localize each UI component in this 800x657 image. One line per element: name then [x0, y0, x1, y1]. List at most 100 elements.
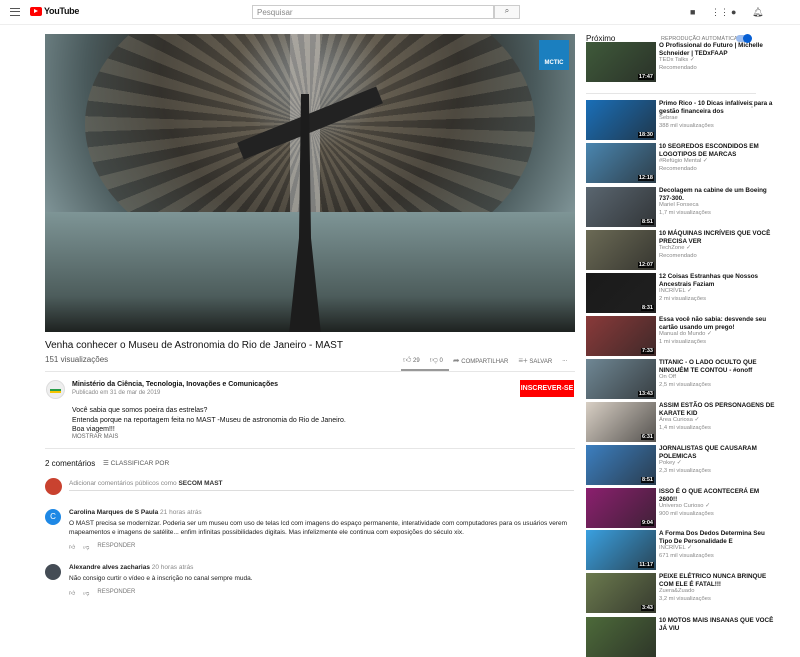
video-player[interactable]: MCTIC: [45, 34, 575, 332]
dislike-button[interactable]: 👎︎ 0: [430, 355, 443, 365]
thumbs-up-icon[interactable]: 👍︎: [69, 589, 75, 597]
video-title[interactable]: ISSO É O QUE ACONTECERÁ EM 2600!!: [659, 488, 779, 503]
video-description: Você sabia que somos poeira das estrelas…: [72, 406, 346, 435]
video-thumbnail[interactable]: 8:31: [586, 273, 656, 313]
apps-icon[interactable]: ⋮⋮: [711, 7, 729, 18]
recommended-video[interactable]: 11:17 A Forma Dos Dedos Determina Seu Ti…: [586, 530, 786, 570]
video-thumbnail[interactable]: 3:43: [586, 573, 656, 613]
recommended-video[interactable]: 8:51 Decolagem na cabine de um Boeing 73…: [586, 187, 786, 227]
video-meta: 3,2 mi visualizações: [659, 595, 711, 602]
video-title[interactable]: JORNALISTAS QUE CAUSARAM POLEMICAS: [659, 445, 779, 460]
video-title[interactable]: 12 Coisas Estranhas que Nossos Ancestrai…: [659, 273, 779, 288]
recommended-video[interactable]: 9:04 ISSO É O QUE ACONTECERÁ EM 2600!! U…: [586, 488, 786, 528]
video-title[interactable]: Primo Rico - 10 Dicas infalíveis para a …: [659, 100, 779, 115]
recommended-video[interactable]: 12:18 10 SEGREDOS ESCONDIDOS EM LOGOTIPO…: [586, 143, 786, 183]
add-comment-input[interactable]: Adicionar comentários públicos como SECO…: [69, 480, 574, 491]
video-thumbnail[interactable]: 9:04: [586, 488, 656, 528]
video-duration: 12:07: [637, 262, 654, 268]
like-button[interactable]: 👍︎ 29: [403, 355, 420, 365]
channel-name[interactable]: Ministério da Ciência, Tecnologia, Inova…: [72, 381, 278, 388]
video-meta: 388 mil visualizações: [659, 122, 714, 129]
video-thumbnail[interactable]: 7:33: [586, 316, 656, 356]
video-duration: 8:51: [640, 477, 654, 483]
sort-comments-button[interactable]: ☰ CLASSIFICAR POR: [103, 459, 169, 467]
video-title[interactable]: Essa você não sabia: desvende seu cartão…: [659, 316, 779, 331]
more-actions-button[interactable]: ...: [562, 357, 567, 363]
search-button[interactable]: ⌕: [494, 5, 520, 19]
recommended-video[interactable]: 17:47 O Profissional do Futuro | Michell…: [586, 42, 786, 82]
recommended-video[interactable]: 13:43 TITANIC - O LADO OCULTO QUE NINGUÉ…: [586, 359, 786, 399]
video-thumbnail[interactable]: 8:51: [586, 187, 656, 227]
show-more-button[interactable]: MOSTRAR MAIS: [72, 434, 118, 440]
comment-author[interactable]: Carolina Marques de S Paula: [69, 509, 158, 516]
publish-date: Publicado em 31 de mar de 2019: [72, 390, 161, 396]
channel-avatar[interactable]: [46, 380, 65, 399]
thumbs-up-icon[interactable]: 👍︎: [69, 543, 75, 551]
recommended-video[interactable]: 8:51 JORNALISTAS QUE CAUSARAM POLEMICAS …: [586, 445, 786, 485]
video-thumbnail[interactable]: 12:18: [586, 143, 656, 183]
like-count: 29: [413, 358, 420, 364]
recommended-video[interactable]: 18:30 Primo Rico - 10 Dicas infalíveis p…: [586, 100, 786, 140]
recommended-video[interactable]: 3:43 PEIXE ELÉTRICO NUNCA BRINQUE COM EL…: [586, 573, 786, 613]
video-title[interactable]: TITANIC - O LADO OCULTO QUE NINGUÉM TE C…: [659, 359, 779, 374]
share-label: COMPARTILHAR: [461, 358, 509, 365]
more-options-icon[interactable]: ⋮: [748, 100, 756, 109]
autoplay-toggle[interactable]: [736, 33, 752, 43]
video-title[interactable]: PEIXE ELÉTRICO NUNCA BRINQUE COM ELE É F…: [659, 573, 779, 588]
video-meta: 1 mi visualizações: [659, 338, 707, 345]
save-button[interactable]: ≡+ SALVAR: [518, 356, 552, 365]
video-meta: 2 mi visualizações: [659, 295, 707, 302]
comment-time[interactable]: 20 horas atrás: [152, 564, 194, 571]
recommended-video[interactable]: 8:31 12 Coisas Estranhas que Nossos Ance…: [586, 273, 786, 313]
recommended-video[interactable]: 10 MOTOS MAIS INSANAS QUE VOCÊ JÁ VIU: [586, 617, 786, 657]
video-duration: 11:17: [638, 562, 654, 568]
subscribe-button[interactable]: INSCREVER-SE: [520, 380, 574, 397]
channel-watermark[interactable]: MCTIC: [539, 40, 569, 70]
commenter-avatar[interactable]: C: [45, 509, 61, 525]
video-thumbnail[interactable]: 8:51: [586, 445, 656, 485]
create-video-icon[interactable]: ■: [690, 7, 695, 17]
recommended-video[interactable]: 6:31 ASSIM ESTÃO OS PERSONAGENS DE KARAT…: [586, 402, 786, 442]
search-input[interactable]: Pesquisar: [252, 5, 494, 19]
share-button[interactable]: ➦ COMPARTILHAR: [453, 356, 509, 365]
video-title[interactable]: 10 MOTOS MAIS INSANAS QUE VOCÊ JÁ VIU: [659, 617, 779, 632]
video-thumbnail[interactable]: 6:31: [586, 402, 656, 442]
comment-time[interactable]: 21 horas atrás: [160, 509, 202, 516]
video-thumbnail[interactable]: 12:07: [586, 230, 656, 270]
comment-text: Não consigo curtir o vídeo e à inscrição…: [69, 575, 253, 582]
dislike-count: 0: [439, 358, 443, 364]
video-thumbnail[interactable]: 11:17: [586, 530, 656, 570]
view-count: 151 visualizações: [45, 355, 109, 364]
video-meta: 1,4 mi visualizações: [659, 424, 711, 431]
video-duration: 17:47: [637, 74, 654, 80]
video-title[interactable]: Decolagem na cabine de um Boeing 737-300…: [659, 187, 779, 202]
reply-button[interactable]: RESPONDER: [97, 589, 135, 597]
current-user-avatar: [45, 478, 62, 495]
video-title[interactable]: 10 MÁQUINAS INCRÍVEIS QUE VOCÊ PRECISA V…: [659, 230, 779, 245]
video-title[interactable]: O Profissional do Futuro | Michelle Schn…: [659, 42, 779, 57]
channel-name: Universo Curioso ✓: [659, 503, 710, 509]
reply-button[interactable]: RESPONDER: [97, 543, 135, 551]
messages-icon[interactable]: ●: [731, 7, 736, 17]
video-thumbnail[interactable]: 18:30: [586, 100, 656, 140]
youtube-logo[interactable]: YouTube: [30, 6, 79, 16]
thumbs-down-icon[interactable]: 👎︎: [83, 589, 89, 597]
recommended-video[interactable]: 7:33 Essa você não sabia: desvende seu c…: [586, 316, 786, 356]
video-actions: 👍︎ 29 👎︎ 0 ➦ COMPARTILHAR ≡+ SALVAR ...: [403, 355, 567, 365]
video-title[interactable]: ASSIM ESTÃO OS PERSONAGENS DE KARATE KID: [659, 402, 779, 417]
sort-label: CLASSIFICAR POR: [110, 460, 170, 467]
recommended-video[interactable]: 12:07 10 MÁQUINAS INCRÍVEIS QUE VOCÊ PRE…: [586, 230, 786, 270]
comment-text: O MAST precisa se modernizar. Poderia se…: [69, 520, 568, 536]
video-thumbnail[interactable]: 17:47: [586, 42, 656, 82]
menu-icon[interactable]: [10, 8, 20, 16]
thumbs-down-icon[interactable]: 👎︎: [83, 543, 89, 551]
notifications-bell-icon[interactable]: 🔔︎: [752, 7, 763, 18]
comment-author[interactable]: Alexandre alves zacharias: [69, 564, 150, 571]
video-title[interactable]: A Forma Dos Dedos Determina Seu Tipo De …: [659, 530, 779, 545]
video-duration: 12:18: [637, 175, 654, 181]
video-title[interactable]: 10 SEGREDOS ESCONDIDOS EM LOGOTIPOS DE M…: [659, 143, 779, 158]
commenter-avatar[interactable]: [45, 564, 61, 580]
video-thumbnail[interactable]: [586, 617, 656, 657]
video-meta: Recomendado: [659, 252, 697, 259]
video-thumbnail[interactable]: 13:43: [586, 359, 656, 399]
